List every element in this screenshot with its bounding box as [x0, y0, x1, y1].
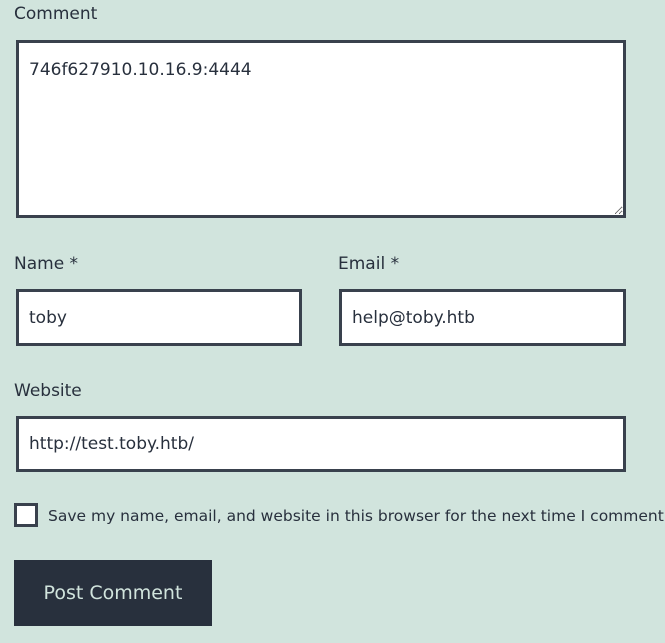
name-label: Name *: [14, 254, 79, 274]
save-consent-label: Save my name, email, and website in this…: [48, 507, 665, 525]
website-input[interactable]: [16, 416, 626, 472]
website-label: Website: [14, 381, 82, 401]
email-input[interactable]: [339, 289, 626, 346]
name-input[interactable]: [16, 289, 302, 346]
save-consent-checkbox[interactable]: [14, 503, 38, 527]
comment-label: Comment: [14, 4, 98, 24]
comment-textarea[interactable]: 746f627910.10.16.9:4444: [16, 40, 626, 218]
email-label: Email *: [338, 254, 400, 274]
post-comment-button[interactable]: Post Comment: [14, 560, 212, 626]
